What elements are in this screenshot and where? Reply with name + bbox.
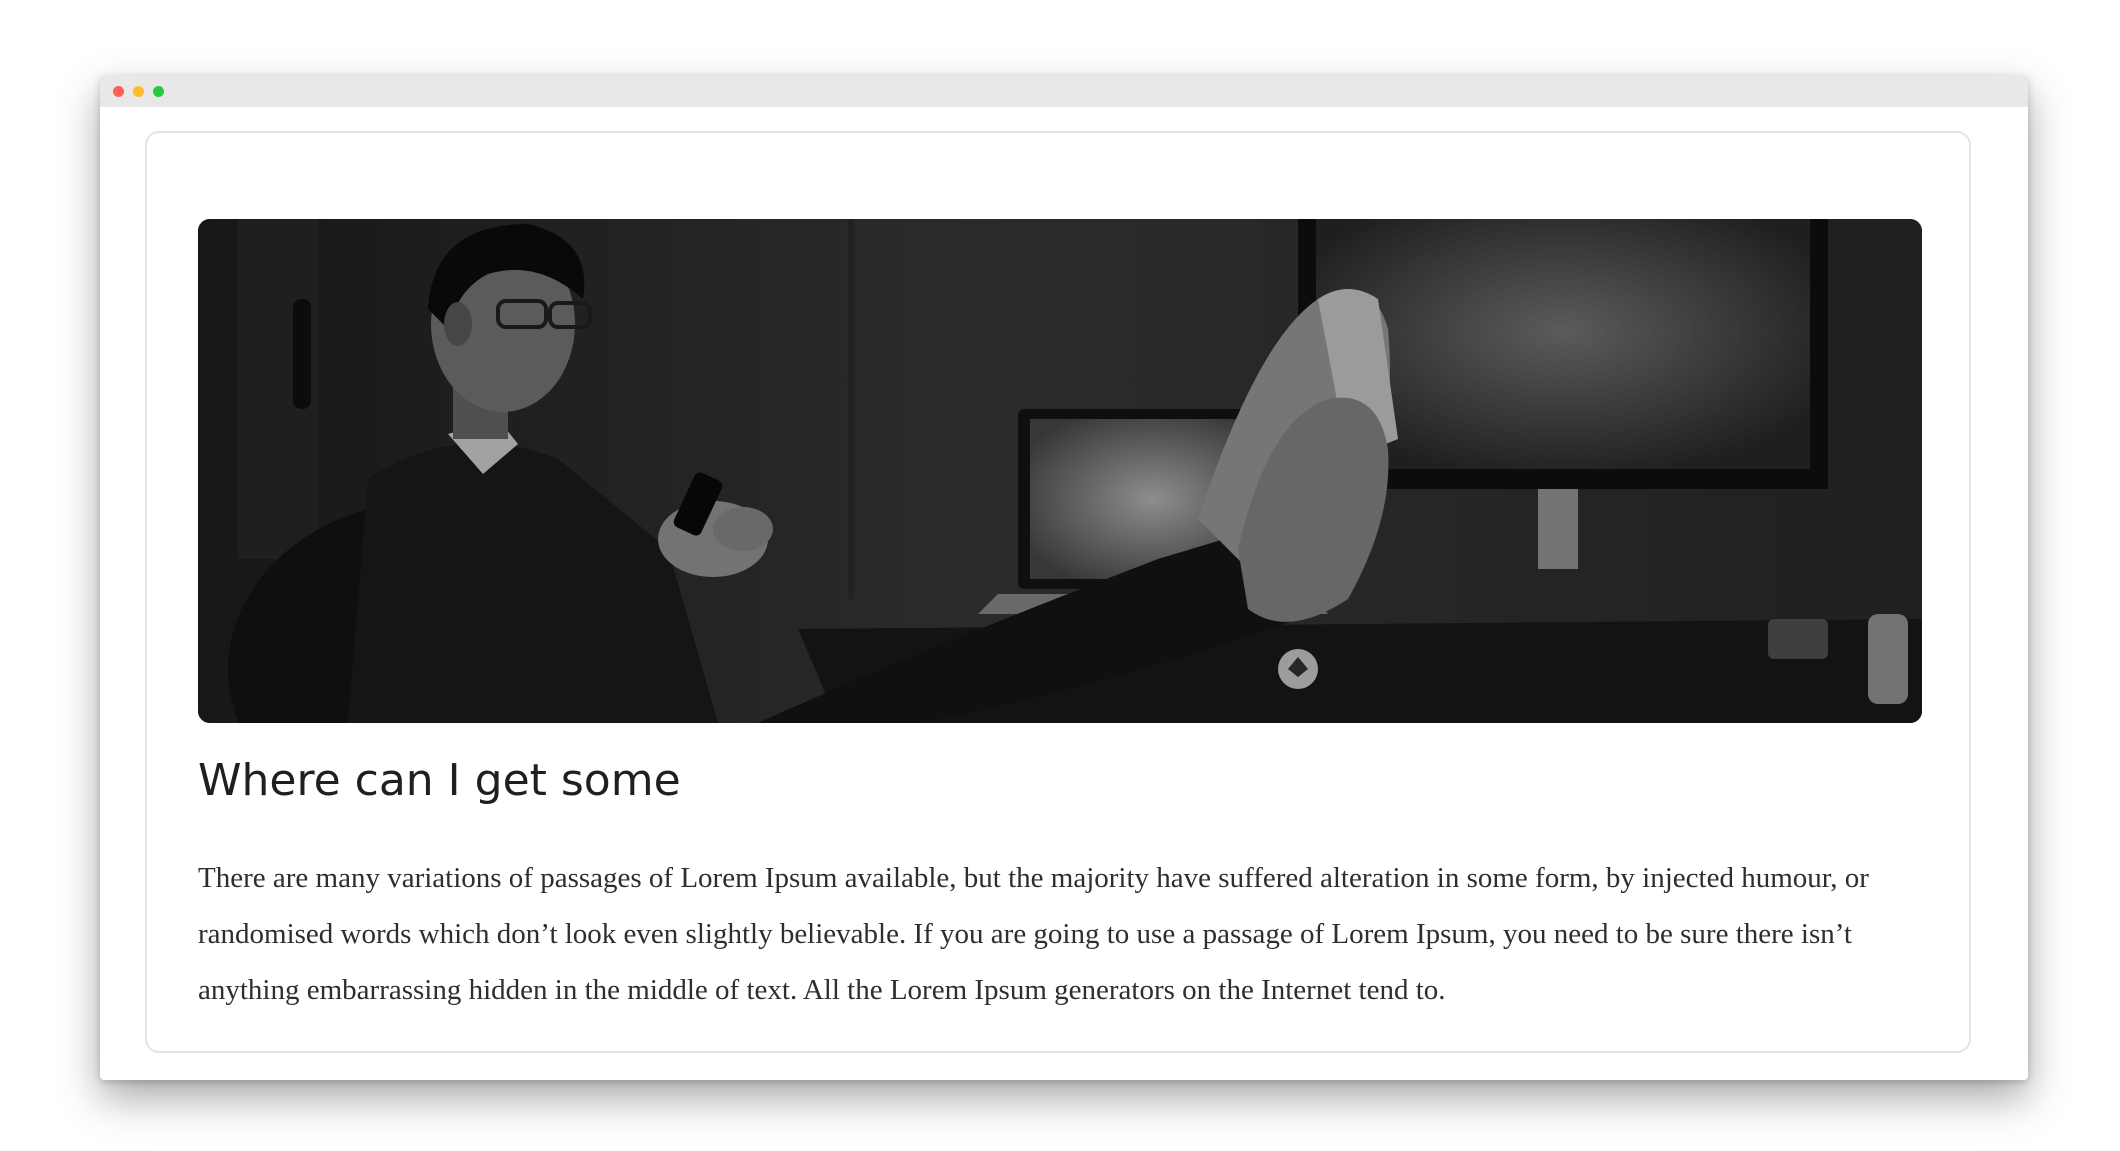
blog-card: Where can I get some There are many vari… [145,131,1971,1053]
window-titlebar [100,76,2028,107]
maximize-icon[interactable] [153,86,164,97]
card-title: Where can I get some [198,755,681,806]
card-text: There are many variations of passages of… [198,862,1869,1006]
close-icon[interactable] [113,86,124,97]
browser-window: Where can I get some There are many vari… [100,76,2028,1080]
minimize-icon[interactable] [133,86,144,97]
card-image [198,219,1922,723]
